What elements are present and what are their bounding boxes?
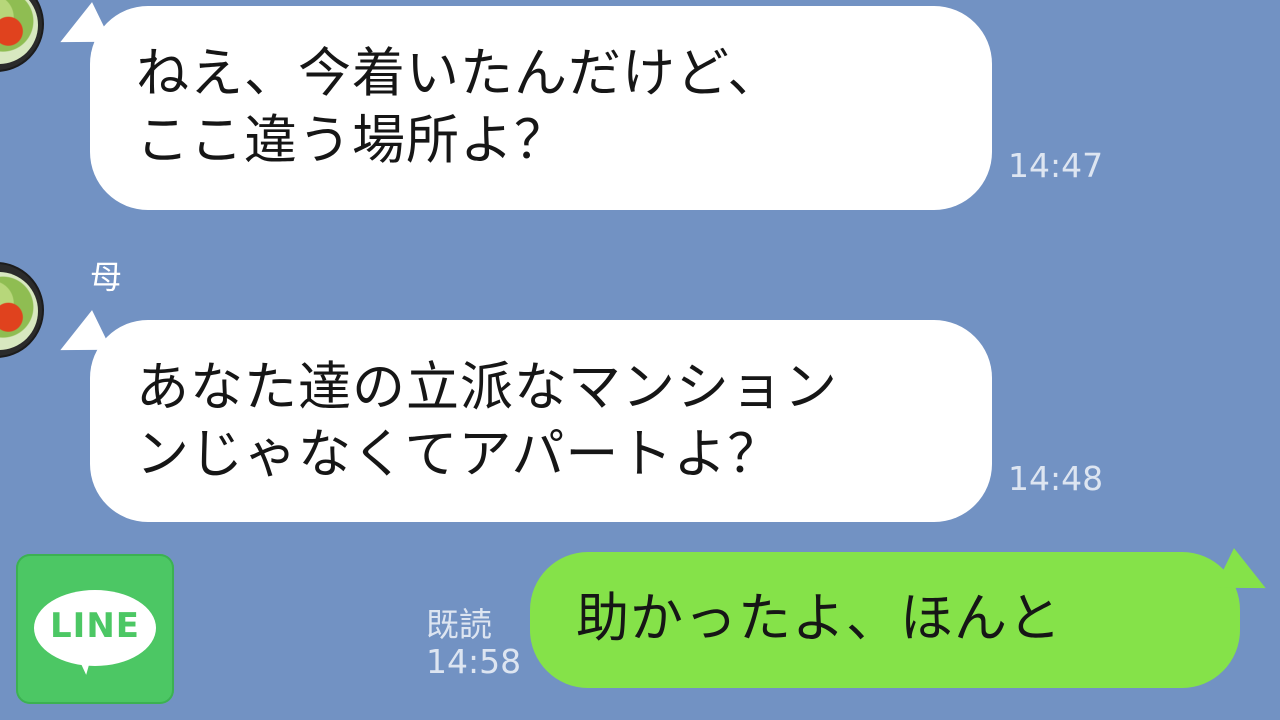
- message-text: あなた達の立派なマンション: [136, 357, 838, 418]
- message-text: ンじゃなくてアパートよ？: [136, 424, 782, 485]
- salad-photo-icon: [0, 272, 38, 350]
- sender-avatar[interactable]: [0, 262, 44, 358]
- salad-photo-icon: [0, 0, 38, 64]
- incoming-message-bubble[interactable]: あなた達の立派なマンション ンじゃなくてアパートよ？: [90, 320, 992, 522]
- message-text: ここ違う場所よ？: [136, 110, 568, 171]
- message-timestamp: 14:47: [1008, 146, 1104, 185]
- read-receipt-label: 既読: [426, 605, 492, 644]
- message-text: ねえ、今着いたんだけど、: [136, 43, 782, 104]
- sender-name: 母: [90, 258, 123, 296]
- speech-bubble-tail-icon: [72, 652, 92, 676]
- message-timestamp: 14:58: [426, 642, 522, 681]
- message-timestamp: 14:48: [1008, 459, 1104, 498]
- logo-text: LINE: [50, 606, 140, 646]
- incoming-message-bubble[interactable]: ねえ、今着いたんだけど、 ここ違う場所よ？: [90, 6, 992, 210]
- outgoing-message-bubble[interactable]: 助かったよ、ほんと: [530, 552, 1240, 688]
- line-logo: LINE: [16, 554, 174, 704]
- chat-area[interactable]: ねえ、今着いたんだけど、 ここ違う場所よ？ 14:47 母 あなた達の立派なマン…: [0, 0, 1280, 720]
- message-text: 助かったよ、ほんと: [576, 588, 1062, 649]
- sender-avatar[interactable]: [0, 0, 44, 72]
